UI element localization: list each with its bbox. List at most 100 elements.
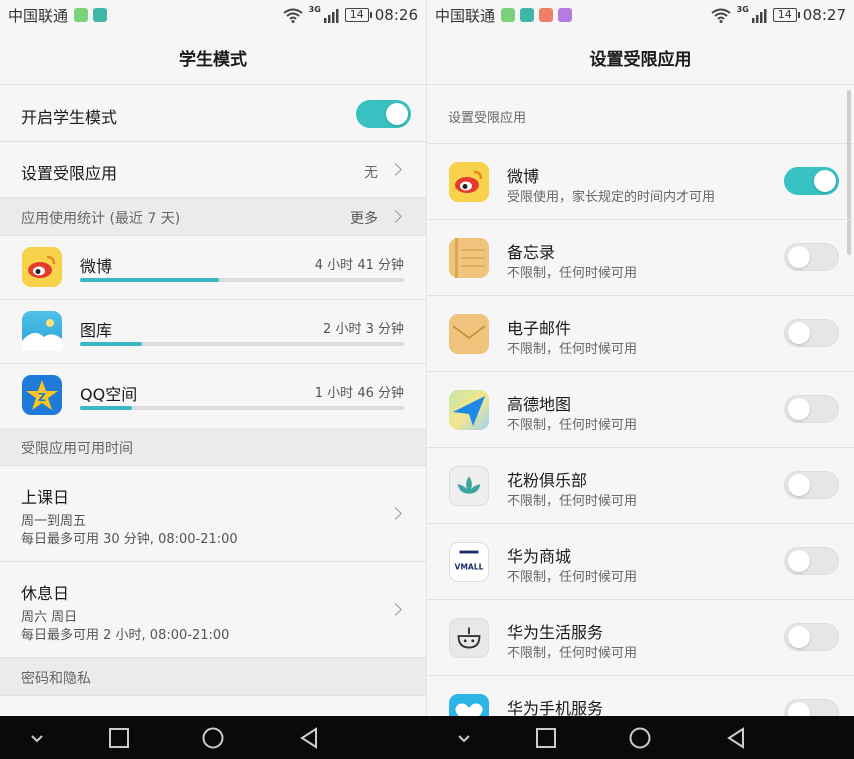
- weibo-icon: [449, 162, 489, 202]
- app-restriction-desc: 不限制，任何时候可用: [507, 494, 638, 509]
- battery-icon: 14: [344, 8, 372, 22]
- student-mode-screen: 中国联通 3G 14 08:26 学生模式 开启学生模式 设置受限应用 无 应用…: [0, 0, 427, 716]
- restricted-app-row-amap[interactable]: 高德地图 不限制，任何时候可用: [427, 372, 854, 448]
- more-link[interactable]: 更多: [350, 208, 378, 228]
- weekday-row[interactable]: 上课日 周一到周五 每日最多可用 30 分钟, 08:00-21:00: [0, 466, 426, 562]
- app-restriction-toggle[interactable]: [784, 243, 839, 271]
- student-mode-toggle[interactable]: [356, 100, 411, 128]
- restricted-app-row-weibo[interactable]: 微博 受限使用，家长规定的时间内才可用: [427, 144, 854, 220]
- enable-student-mode-row[interactable]: 开启学生模式: [0, 86, 426, 142]
- usage-bar: [80, 278, 404, 282]
- chevron-right-icon: [389, 507, 402, 520]
- life-service-icon: [449, 618, 489, 658]
- navigation-bar: [0, 716, 854, 759]
- vmall-icon: VMALL: [449, 542, 489, 582]
- svg-text:VMALL: VMALL: [455, 563, 484, 572]
- restricted-apps-row[interactable]: 设置受限应用 无: [0, 142, 426, 198]
- restricted-apps-section-header: 设置受限应用: [427, 86, 854, 144]
- carrier-label: 中国联通: [435, 6, 496, 25]
- app-restriction-desc: 受限使用，家长规定的时间内才可用: [507, 190, 716, 205]
- notepad-icon: [449, 238, 489, 278]
- weekend-limit: 每日最多可用 2 小时, 08:00-21:00: [21, 628, 230, 643]
- app-restriction-desc: 不限制，任何时候可用: [507, 570, 638, 585]
- usage-app-name: QQ空间: [80, 385, 138, 404]
- usage-app-name: 微博: [80, 257, 113, 276]
- app-restriction-toggle[interactable]: [784, 471, 839, 499]
- page-title: 设置受限应用: [427, 30, 854, 85]
- usage-time: 2 小时 3 分钟: [323, 322, 404, 337]
- gallery-icon: [22, 311, 62, 351]
- app-name: 花粉俱乐部: [507, 471, 588, 490]
- app-notification-icon: [93, 8, 108, 22]
- app-name: 微博: [507, 167, 540, 186]
- home-button[interactable]: [188, 716, 238, 759]
- restricted-app-row-notepad[interactable]: 备忘录 不限制，任何时候可用: [427, 220, 854, 296]
- usage-item-qzone[interactable]: Z QQ空间 1 小时 46 分钟: [0, 364, 426, 428]
- restricted-app-row-club[interactable]: 花粉俱乐部 不限制，任何时候可用: [427, 448, 854, 524]
- wifi-icon: [711, 8, 731, 23]
- chevron-down-icon[interactable]: [439, 716, 489, 759]
- weekday-limit: 每日最多可用 30 分钟, 08:00-21:00: [21, 532, 238, 547]
- chevron-right-icon: [389, 210, 402, 223]
- app-name: 备忘录: [507, 243, 556, 262]
- clock: 08:26: [374, 6, 418, 24]
- restricted-app-row-phone-service[interactable]: 华为手机服务: [427, 676, 854, 716]
- enable-student-mode-label: 开启学生模式: [21, 108, 118, 127]
- restricted-apps-value: 无: [364, 165, 378, 181]
- network-type-label: 3G: [736, 4, 749, 14]
- app-restriction-toggle[interactable]: [784, 699, 839, 716]
- restricted-time-label: 受限应用可用时间: [21, 441, 133, 457]
- app-restriction-desc: 不限制，任何时候可用: [507, 266, 638, 281]
- privacy-label: 密码和隐私: [21, 671, 91, 687]
- app-notification-icon: [539, 8, 554, 22]
- app-name: 华为生活服务: [507, 623, 604, 642]
- status-bar: 中国联通 3G 14 08:27: [427, 0, 854, 30]
- usage-stats-label: 应用使用统计 (最近 7 天): [21, 211, 181, 227]
- recents-button[interactable]: [521, 716, 571, 759]
- app-restriction-toggle[interactable]: [784, 167, 839, 195]
- usage-item-weibo[interactable]: 微博 4 小时 41 分钟: [0, 236, 426, 300]
- chevron-right-icon: [389, 163, 402, 176]
- heart-icon: [449, 694, 489, 716]
- restricted-app-row-email[interactable]: 电子邮件 不限制，任何时候可用: [427, 296, 854, 372]
- status-bar: 中国联通 3G 14 08:26: [0, 0, 426, 30]
- usage-stats-header[interactable]: 应用使用统计 (最近 7 天) 更多: [0, 198, 426, 236]
- app-restriction-desc: 不限制，任何时候可用: [507, 418, 638, 433]
- app-notification-icon: [520, 8, 535, 22]
- signal-icon: [751, 8, 767, 23]
- network-type-label: 3G: [308, 4, 321, 14]
- amap-icon: [449, 390, 489, 430]
- email-icon: [449, 314, 489, 354]
- app-restriction-toggle[interactable]: [784, 395, 839, 423]
- weekend-row[interactable]: 休息日 周六 周日 每日最多可用 2 小时, 08:00-21:00: [0, 562, 426, 658]
- restricted-apps-screen: 中国联通 3G 14 08:27 设置受限应用 设置受限应用 微博 受限使用，家…: [427, 0, 854, 716]
- app-name: 华为手机服务: [507, 699, 604, 716]
- restricted-time-header: 受限应用可用时间: [0, 428, 426, 466]
- svg-text:Z: Z: [38, 391, 46, 404]
- home-button[interactable]: [615, 716, 665, 759]
- chevron-down-icon[interactable]: [12, 716, 62, 759]
- recents-button[interactable]: [94, 716, 144, 759]
- app-restriction-toggle[interactable]: [784, 319, 839, 347]
- back-button[interactable]: [284, 716, 334, 759]
- weekday-days: 周一到周五: [21, 514, 87, 529]
- clock: 08:27: [802, 6, 846, 24]
- privacy-header: 密码和隐私: [0, 658, 426, 696]
- signal-icon: [323, 8, 339, 23]
- section-label: 设置受限应用: [448, 111, 527, 126]
- restricted-app-row-life[interactable]: 华为生活服务 不限制，任何时候可用: [427, 600, 854, 676]
- wechat-notification-icon: [501, 8, 516, 22]
- weekday-title: 上课日: [21, 488, 70, 507]
- weekend-days: 周六 周日: [21, 610, 78, 625]
- app-restriction-toggle[interactable]: [784, 547, 839, 575]
- usage-item-gallery[interactable]: 图库 2 小时 3 分钟: [0, 300, 426, 364]
- wifi-icon: [283, 8, 303, 23]
- restricted-app-row-vmall[interactable]: VMALL 华为商城 不限制，任何时候可用: [427, 524, 854, 600]
- qzone-icon: Z: [22, 375, 62, 415]
- weekend-title: 休息日: [21, 584, 70, 603]
- back-button[interactable]: [711, 716, 761, 759]
- app-restriction-toggle[interactable]: [784, 623, 839, 651]
- app-name: 高德地图: [507, 395, 572, 414]
- app-name: 电子邮件: [507, 319, 572, 338]
- weibo-icon: [22, 247, 62, 287]
